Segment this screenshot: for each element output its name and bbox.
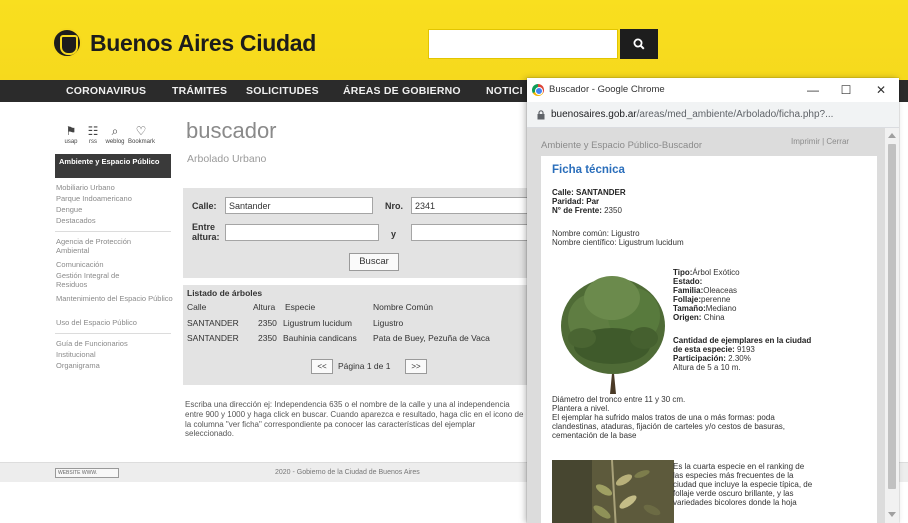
popup-header: Ambiente y Espacio Público-Buscador [541,140,703,151]
minimize-button[interactable]: — [799,80,827,100]
sidebar-item-dengue[interactable]: Dengue [56,205,174,214]
imprimir-cerrar-links[interactable]: Imprimir | Cerrar [791,137,849,146]
nro-label: Nro. [385,201,403,211]
ficha-title: Ficha técnica [552,164,625,176]
col-header-nombre-comun: Nombre Común [373,302,433,312]
col-header-altura: Altura [253,302,276,312]
sidebar-item-residuos[interactable]: Gestión Integral de Residuos [56,271,146,289]
page-title: buscador [186,118,277,143]
pager: << Página 1 de 1 >> [311,359,431,375]
next-page-button[interactable]: >> [405,359,427,374]
ficha-maltrato: cementación de la base [552,431,637,440]
footer-text: 2020 - Gobierno de la Ciudad de Buenos A… [275,469,420,476]
sidebar-item-institucional[interactable]: Institucional [56,350,174,359]
tool-icons: ⚑ usap ☷ rss ⌕ weblog ♡ Bookmark [58,124,168,152]
y-label: y [391,229,397,239]
table-cell-calle: SANTANDER [187,333,239,343]
tree-list-title: Listado de árboles [187,288,263,298]
sidebar-divider [55,231,171,232]
tool-weblog[interactable]: ⌕ weblog [102,124,128,146]
sidebar-heading[interactable]: Ambiente y Espacio Público [55,154,171,178]
table-cell-especie: Ligustrum lucidum [283,318,352,328]
address-bar[interactable]: buenosaires.gob.ar/areas/med_ambiente/Ar… [527,102,899,128]
nro-input[interactable] [411,197,528,214]
altura-desde-input[interactable] [225,224,379,241]
city-seal-icon[interactable] [52,28,82,58]
sidebar-item-organigrama[interactable]: Organigrama [56,361,174,370]
lock-icon[interactable] [537,110,545,120]
page-subtitle: Arbolado Urbano [187,153,267,165]
chrome-icon [532,84,544,96]
ficha-frente: N° de Frente: 2350 [552,206,622,215]
ligustro-leaves-photo [552,460,674,523]
weblog-icon: ⌕ [111,124,119,138]
ficha-popup-window: Buscador - Google Chrome — ☐ ✕ buenosair… [527,78,899,523]
calle-label: Calle: [192,201,217,211]
nav-item-tramites[interactable]: TRÁMITES [172,85,227,97]
entre-altura-label: Entre altura: [192,222,220,242]
scroll-up-arrow-icon[interactable] [888,133,896,138]
search-button[interactable] [620,29,658,59]
nav-item-areas-de-gobierno[interactable]: ÁREAS DE GOBIERNO [343,85,461,97]
nav-item-solicitudes[interactable]: SOLICITUDES [246,85,319,97]
prev-page-button[interactable]: << [311,359,333,374]
page-indicator: Página 1 de 1 [338,361,391,371]
url-text[interactable]: buenosaires.gob.ar/areas/med_ambiente/Ar… [551,109,833,120]
bookmark-icon: ♡ [135,124,147,138]
sidebar-divider [55,333,171,334]
magnifier-icon [633,38,645,50]
search-instructions: Escriba una dirección ej: Independencia … [185,400,524,439]
sidebar-item-parque-indoamericano[interactable]: Parque Indoamericano [56,194,174,203]
sidebar-item-guia-funcionarios[interactable]: Guía de Funcionarios [56,339,174,348]
table-cell-altura: 2350 [258,333,277,343]
col-header-calle: Calle [187,302,207,312]
nav-item-coronavirus[interactable]: CORONAVIRUS [66,85,146,97]
scrollbar-thumb[interactable] [888,144,896,489]
close-button[interactable]: ✕ [867,80,895,100]
table-cell-nombre-comun: Ligustro [373,318,404,328]
site-logo-text[interactable]: Buenos Aires Ciudad [90,30,316,57]
calle-input[interactable] [225,197,373,214]
buscar-button[interactable]: Buscar [349,253,399,271]
sidebar-item-mobiliario-urbano[interactable]: Mobiliario Urbano [56,183,174,192]
tree-list: Listado de árboles Calle Altura Especie … [183,285,528,385]
maximize-button[interactable]: ☐ [832,80,860,100]
nav-item-noticias[interactable]: NOTICI [486,85,523,97]
table-cell-altura: 2350 [258,318,277,328]
sidebar-item-agencia[interactable]: Agencia de Protección Ambiental [56,237,156,255]
ficha-origen: Origen: China [673,313,725,322]
search-input[interactable] [428,29,618,59]
sidebar-item-destacados[interactable]: Destacados [56,216,174,225]
footer-badge: WEBSITE WWW. [55,468,119,478]
col-header-especie: Especie [285,302,316,312]
sidebar-item-comunicacion[interactable]: Comunicación [56,260,174,269]
ficha-ranking: variedades bicolores donde la hoja [673,498,797,507]
popup-titlebar[interactable]: Buscador - Google Chrome — ☐ ✕ [527,78,899,102]
ficha-altura: Altura de 5 a 10 m. [673,363,741,372]
table-cell-calle: SANTANDER [187,318,239,328]
ficha-tecnica-card: Ficha técnica Calle: SANTANDER Paridad: … [541,156,877,523]
table-cell-especie: Bauhinia candicans [283,333,357,343]
table-cell-nombre-comun: Pata de Buey, Pezuña de Vaca [373,333,490,343]
ligustro-tree-photo [552,268,674,396]
tool-bookmark[interactable]: ♡ Bookmark [128,124,155,146]
altura-hasta-input[interactable] [411,224,528,241]
ficha-nombre-cientifico: Nombre científico: Ligustrum lucidum [552,238,684,247]
sidebar-item-uso-espacio[interactable]: Uso del Espacio Público [56,318,174,327]
popup-window-title: Buscador - Google Chrome [549,84,665,95]
site-header: Buenos Aires Ciudad [0,0,908,80]
sidebar-item-mantenimiento[interactable]: Mantenimiento del Espacio Público [56,294,174,303]
scrollbar[interactable] [885,128,899,523]
scroll-down-arrow-icon[interactable] [888,512,896,517]
